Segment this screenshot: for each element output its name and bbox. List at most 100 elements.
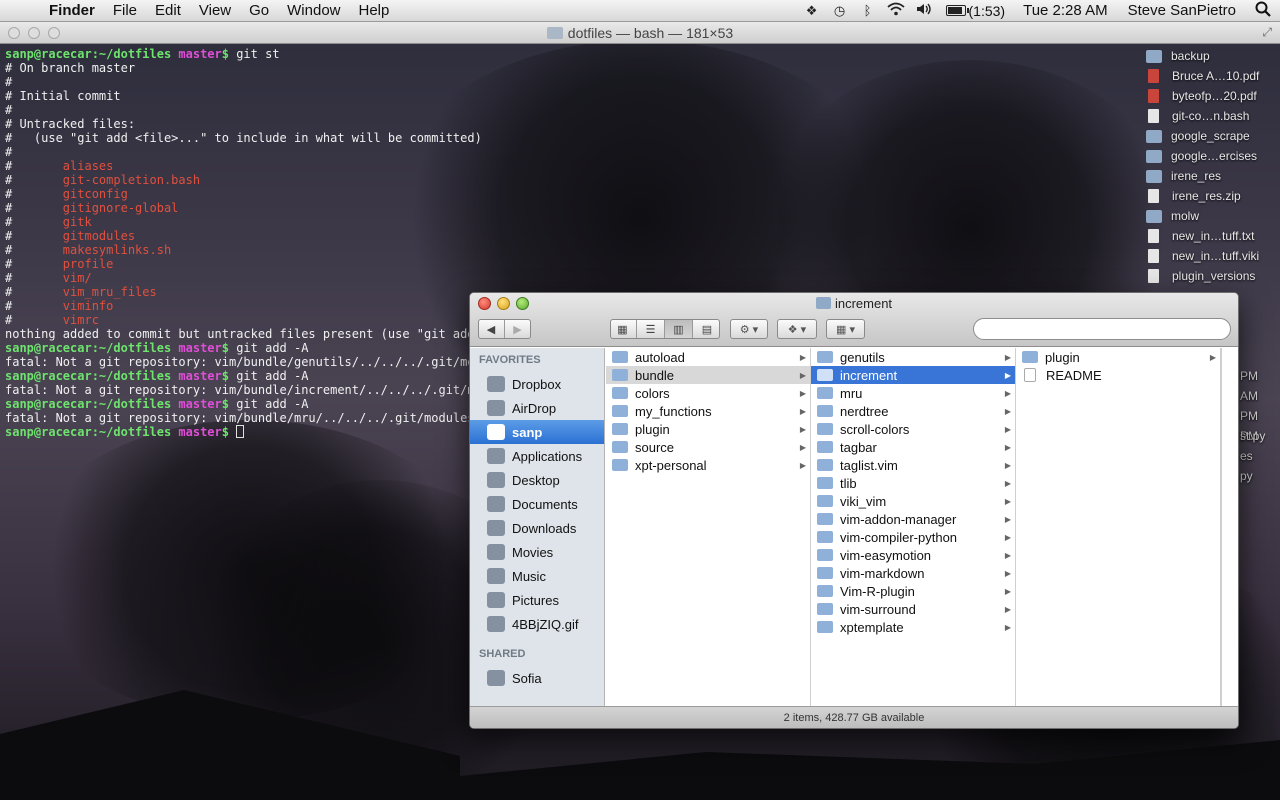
list-view-icon[interactable]: ☰ — [637, 320, 665, 338]
menu-window[interactable]: Window — [278, 0, 349, 22]
terminal-text: master — [178, 369, 222, 383]
wifi-icon[interactable] — [882, 2, 910, 19]
menu-help[interactable]: Help — [350, 0, 399, 22]
desktop-icon-item[interactable]: backup — [1146, 46, 1280, 66]
sidebar-item-dropbox[interactable]: Dropbox — [470, 372, 604, 396]
dropbox-icon: ❖ ▾ — [787, 323, 807, 336]
menu-view[interactable]: View — [190, 0, 240, 22]
desktop-icon-item[interactable]: google_scrape — [1146, 126, 1280, 146]
column-item[interactable]: colors ▶ — [606, 384, 810, 402]
fullscreen-icon[interactable]: ⤢ — [1262, 25, 1272, 40]
desktop-icon-item[interactable]: git-co…n.bash — [1146, 106, 1280, 126]
column-item[interactable]: vim-addon-manager ▶ — [811, 510, 1015, 528]
desktop-icon-item[interactable]: irene_res.zip — [1146, 186, 1280, 206]
sidebar-item-music[interactable]: Music — [470, 564, 604, 588]
desktop-icon-item[interactable]: Bruce A…10.pdf — [1146, 66, 1280, 86]
folder-icon — [612, 441, 628, 453]
dropbox-button[interactable]: ❖ ▾ — [777, 319, 817, 339]
terminal-minimize-button[interactable] — [28, 27, 40, 39]
column-empty — [1221, 348, 1238, 707]
action-menu-button[interactable]: ⚙ ▾ — [730, 319, 768, 339]
column-item[interactable]: Vim-R-plugin ▶ — [811, 582, 1015, 600]
column-item[interactable]: vim-easymotion ▶ — [811, 546, 1015, 564]
sidebar-item-sanp[interactable]: sanp — [470, 420, 604, 444]
column-item[interactable]: my_functions ▶ — [606, 402, 810, 420]
desktop-icon-item[interactable]: byteofp…20.pdf — [1146, 86, 1280, 106]
column-item[interactable]: taglist.vim ▶ — [811, 456, 1015, 474]
desktop-icon-item[interactable]: molw — [1146, 206, 1280, 226]
icon-view-icon[interactable]: ▦ — [609, 320, 637, 338]
column-item-label: tlib — [840, 475, 857, 491]
terminal-titlebar[interactable]: dotfiles — bash — 181×53 ⤢ — [0, 22, 1280, 44]
desktop-icon-item[interactable]: new_in…tuff.txt — [1146, 226, 1280, 246]
column-item[interactable]: plugin ▶ — [1016, 348, 1220, 366]
terminal-zoom-button[interactable] — [48, 27, 60, 39]
sidebar-item-label: Sofia — [512, 670, 542, 686]
disclosure-arrow-icon: ▶ — [1004, 532, 1011, 542]
menu-edit[interactable]: Edit — [146, 0, 190, 22]
terminal-text: # — [5, 285, 63, 299]
sidebar-item-desktop[interactable]: Desktop — [470, 468, 604, 492]
desktop-icon-item[interactable]: plugin_versions — [1146, 266, 1280, 286]
column-item[interactable]: viki_vim ▶ — [811, 492, 1015, 510]
arrange-button[interactable]: ▦ ▾ — [826, 319, 865, 339]
column-item[interactable]: tlib ▶ — [811, 474, 1015, 492]
column-item[interactable]: vim-markdown ▶ — [811, 564, 1015, 582]
column-item[interactable]: vim-compiler-python ▶ — [811, 528, 1015, 546]
column-item-label: scroll-colors — [840, 421, 910, 437]
cover-flow-icon[interactable]: ▤ — [693, 320, 721, 338]
sidebar-item-sofia[interactable]: Sofia — [470, 666, 604, 690]
sidebar-item-4bbjziq-gif[interactable]: 4BBjZIQ.gif — [470, 612, 604, 636]
column-item[interactable]: tagbar ▶ — [811, 438, 1015, 456]
column-item[interactable]: increment ▶ — [811, 366, 1015, 384]
menu-go[interactable]: Go — [240, 0, 278, 22]
forward-button[interactable]: ▶ — [505, 320, 531, 338]
column-item-label: xptemplate — [840, 619, 904, 635]
sidebar-item-applications[interactable]: Applications — [470, 444, 604, 468]
folder-icon — [817, 459, 833, 471]
column-item[interactable]: source ▶ — [606, 438, 810, 456]
terminal-close-button[interactable] — [8, 27, 20, 39]
clock[interactable]: Tue 2:28 AM — [1013, 2, 1118, 19]
terminal-text: viminfo — [62, 299, 114, 313]
column-item[interactable]: scroll-colors ▶ — [811, 420, 1015, 438]
terminal-text: master — [178, 425, 222, 439]
bluetooth-icon[interactable]: ᛒ — [854, 3, 882, 18]
sidebar-item-movies[interactable]: Movies — [470, 540, 604, 564]
column-item[interactable]: bundle ▶ — [606, 366, 810, 384]
column-item[interactable]: autoload ▶ — [606, 348, 810, 366]
column-item[interactable]: genutils ▶ — [811, 348, 1015, 366]
column-view-icon[interactable]: ▥ — [665, 320, 693, 338]
column-item-label: vim-easymotion — [840, 547, 932, 563]
column-item-label: increment — [840, 367, 898, 383]
sidebar-item-airdrop[interactable]: AirDrop — [470, 396, 604, 420]
dropbox-icon[interactable]: ❖ — [798, 3, 826, 19]
sidebar-item-documents[interactable]: Documents — [470, 492, 604, 516]
sidebar-item-downloads[interactable]: Downloads — [470, 516, 604, 540]
volume-icon[interactable] — [910, 2, 938, 19]
folder-icon — [612, 459, 628, 471]
terminal-text: # — [5, 201, 63, 215]
column-item[interactable]: nerdtree ▶ — [811, 402, 1015, 420]
column-item[interactable]: mru ▶ — [811, 384, 1015, 402]
desktop-icon-item[interactable]: new_in…tuff.viki — [1146, 246, 1280, 266]
column-item[interactable]: xptemplate ▶ — [811, 618, 1015, 636]
desktop-icon-label: new_in…tuff.txt — [1172, 229, 1255, 243]
column-item[interactable]: xpt-personal ▶ — [606, 456, 810, 474]
user-menu[interactable]: Steve SanPietro — [1118, 2, 1246, 19]
back-button[interactable]: ◀ — [479, 320, 505, 338]
terminal-line: # makesymlinks.sh — [5, 243, 1275, 257]
menu-finder[interactable]: Finder — [40, 0, 104, 22]
search-input[interactable] — [973, 318, 1231, 340]
column-item[interactable]: plugin ▶ — [606, 420, 810, 438]
sidebar-item-pictures[interactable]: Pictures — [470, 588, 604, 612]
column-item[interactable]: README — [1016, 366, 1220, 384]
battery-status[interactable]: (1:53) — [938, 3, 1014, 19]
time-machine-icon[interactable]: ◷ — [826, 3, 854, 19]
menu-file[interactable]: File — [104, 0, 146, 22]
column-item[interactable]: vim-surround ▶ — [811, 600, 1015, 618]
desktop-icon-item[interactable]: irene_res — [1146, 166, 1280, 186]
spotlight-icon[interactable] — [1246, 1, 1280, 20]
finder-window[interactable]: increment ◀ ▶ ▦ ☰ ▥ ▤ ⚙ ▾ ❖ ▾ ▦ ▾ FAVORI… — [469, 292, 1239, 729]
desktop-icon-item[interactable]: google…ercises — [1146, 146, 1280, 166]
